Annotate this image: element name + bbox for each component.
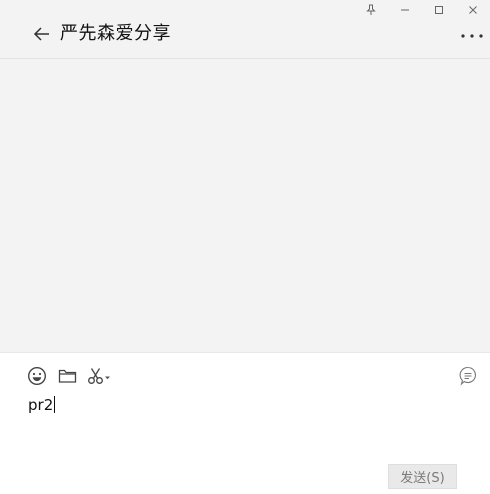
chat-history-icon [459,366,476,386]
send-button[interactable]: 发送(S) [388,464,457,489]
close-button[interactable] [456,0,490,20]
screenshot-button[interactable] [86,365,112,387]
emoji-button[interactable] [26,365,48,387]
window-controls [354,0,490,20]
more-icon [461,34,483,38]
text-caret [54,396,56,413]
pin-button[interactable] [354,0,388,20]
more-button[interactable] [460,28,484,44]
emoji-icon [27,366,47,386]
pin-icon [366,4,376,15]
message-input-text: pr2 [28,396,54,414]
chat-window: 严先森爱分享 pr2 发送(S) [0,0,490,494]
message-input[interactable]: pr2 [28,395,468,451]
chat-history-button[interactable] [458,365,478,387]
chat-title: 严先森爱分享 [60,23,171,44]
back-button[interactable] [30,23,54,45]
maximize-button[interactable] [422,0,456,20]
arrow-left-icon [33,27,49,41]
file-button[interactable] [56,365,78,387]
maximize-icon [435,6,443,14]
minimize-icon [401,9,409,11]
scissors-icon [88,368,110,384]
close-icon [469,6,477,14]
composer-toolbar [26,365,120,387]
minimize-button[interactable] [388,0,422,20]
composer: pr2 发送(S) [0,352,490,494]
folder-icon [58,369,76,383]
message-area[interactable] [0,60,490,352]
